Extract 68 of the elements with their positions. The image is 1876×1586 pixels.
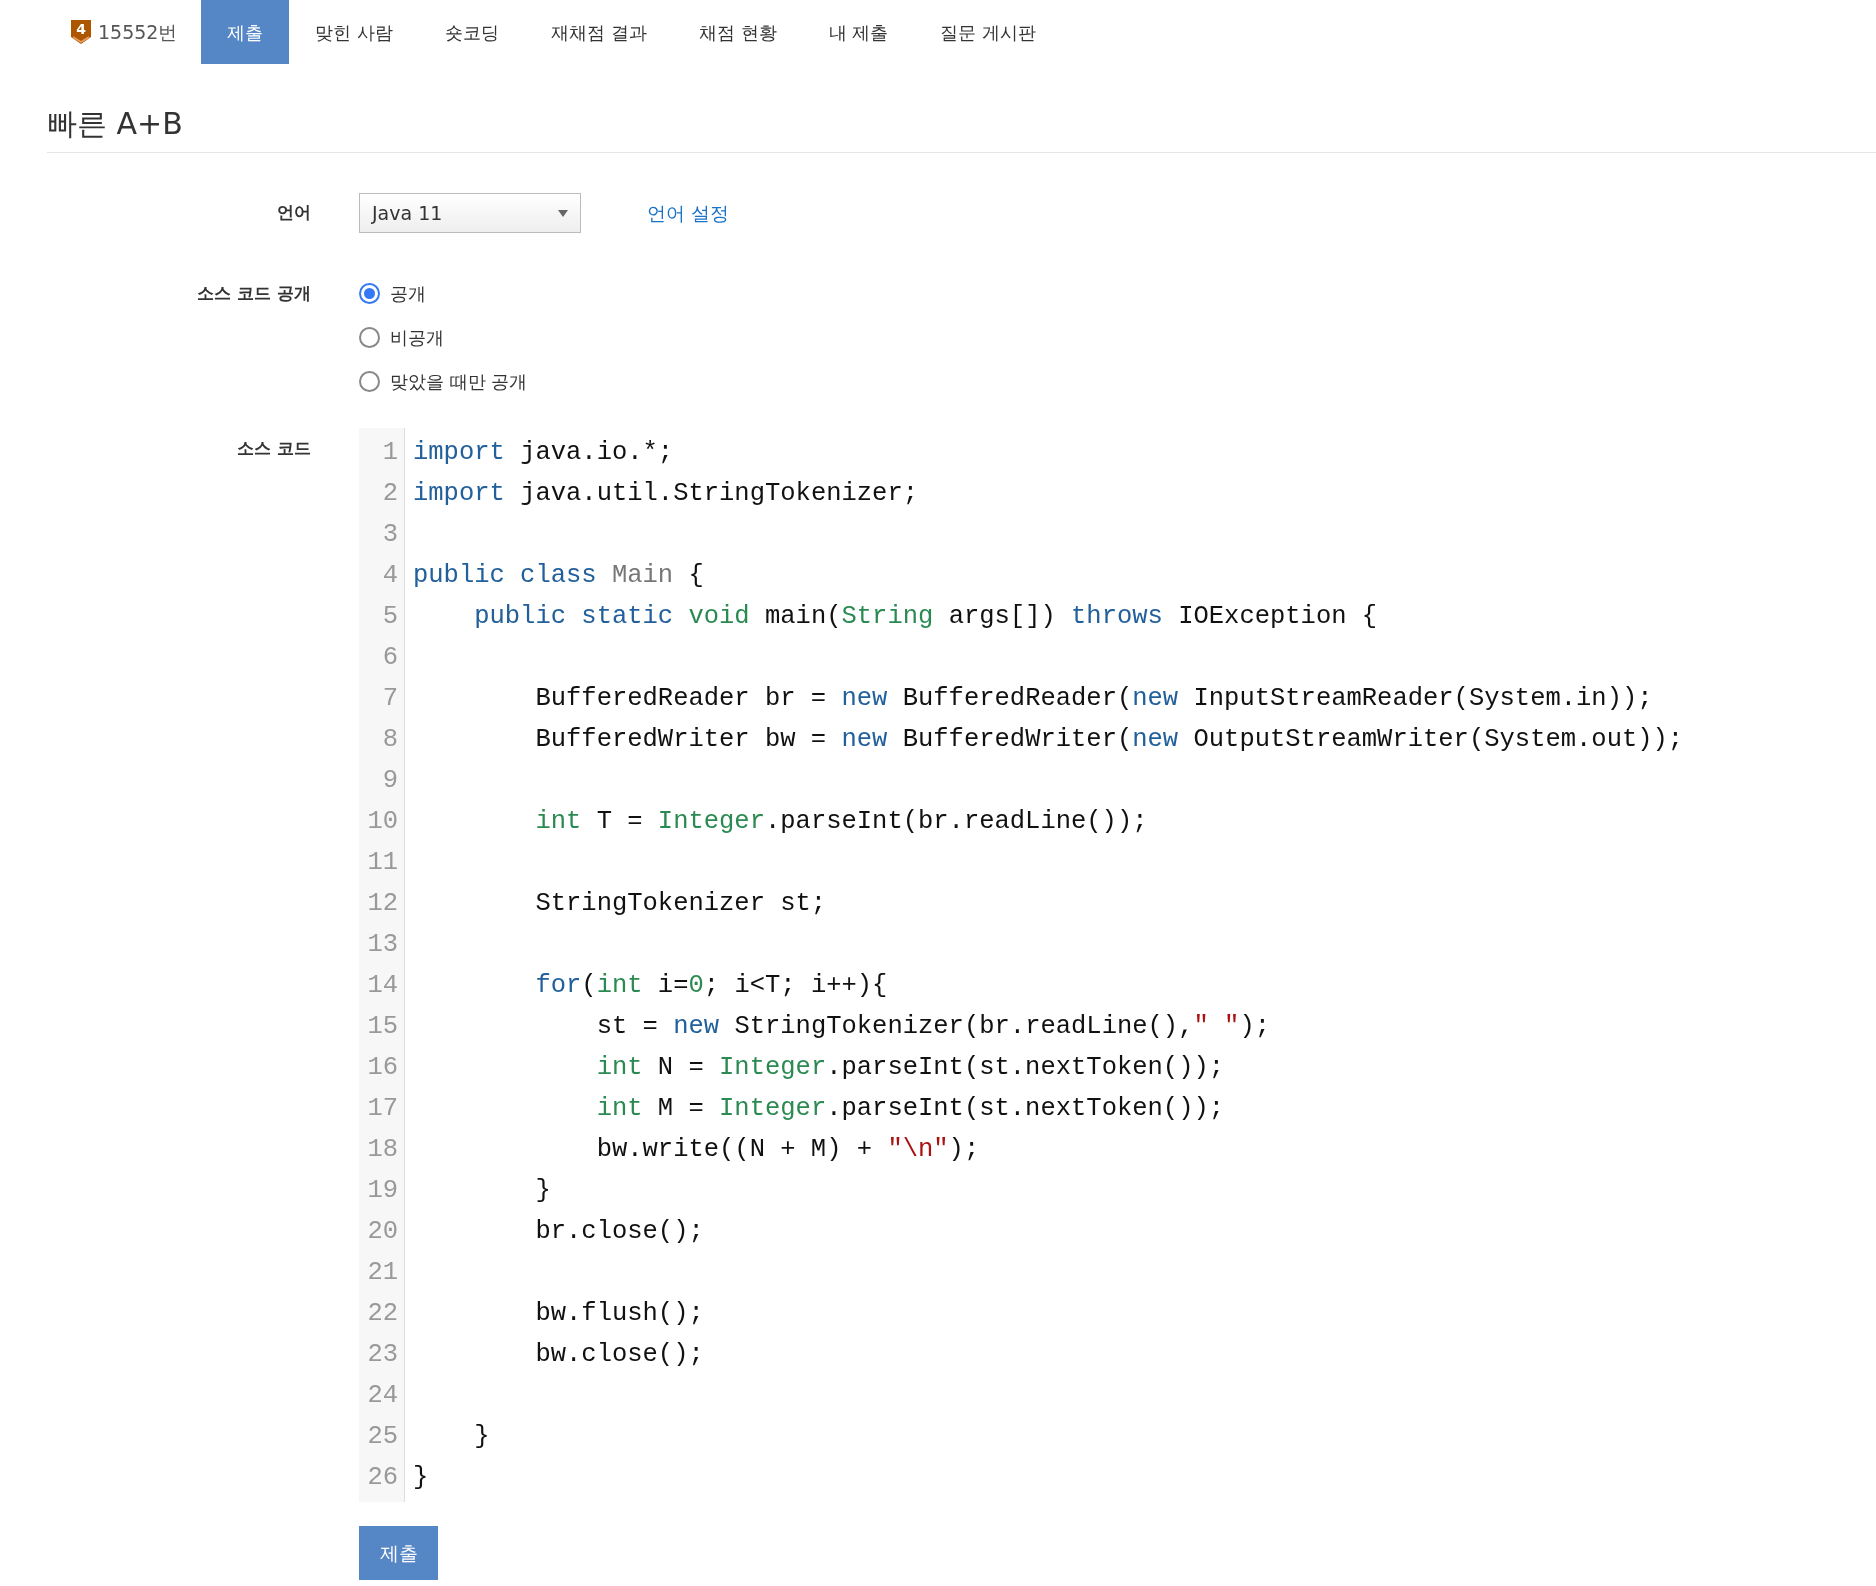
code-line: int N = Integer.parseInt(st.nextToken()); — [595, 1052, 1226, 1084]
problem-title: 빠른 A+B — [47, 106, 1876, 153]
code-line: int M = Integer.parseInt(st.nextToken()); — [595, 1093, 1226, 1125]
line-number: 14 — [367, 970, 398, 1002]
code-line: bw.close(); — [534, 1339, 705, 1371]
field-label: 소스 코드 — [236, 437, 311, 460]
radio-label: 공개 — [390, 281, 426, 306]
radio-button[interactable] — [359, 370, 380, 392]
tier-badge-icon: 4 — [70, 19, 92, 45]
code-line: public class Main { — [413, 560, 705, 592]
line-number: 23 — [367, 1339, 398, 1371]
code-line: } — [534, 1175, 552, 1207]
language-settings-link[interactable]: 언어 설정 — [647, 198, 730, 228]
nav-tab[interactable]: 숏코딩 — [419, 0, 526, 64]
radio-button[interactable] — [359, 326, 380, 348]
language-select[interactable]: Java 11 — [359, 193, 581, 233]
line-number: 16 — [367, 1052, 398, 1084]
code-line: } — [473, 1421, 491, 1453]
code-line: st = new StringTokenizer(br.readLine()," "); — [595, 1011, 1271, 1043]
line-number: 3 — [381, 519, 398, 551]
nav-tab[interactable]: 재채점 결과 — [525, 0, 673, 64]
code-line: int T = Integer.parseInt(br.readLine()); — [534, 806, 1149, 838]
line-number: 7 — [381, 683, 398, 715]
code-line: } — [413, 1462, 430, 1494]
line-number: 24 — [367, 1380, 398, 1412]
line-number: 11 — [367, 847, 398, 879]
line-number: 17 — [367, 1093, 398, 1125]
code-line: import java.io.*; — [413, 437, 675, 469]
line-number: 26 — [367, 1462, 398, 1494]
code-line: br.close(); — [534, 1216, 705, 1248]
caret-icon — [558, 209, 568, 217]
line-number: 20 — [367, 1216, 398, 1248]
line-number: 6 — [381, 642, 398, 674]
field-label: 언어 — [276, 201, 311, 225]
radio-label: 맞았을 때만 공개 — [390, 369, 528, 394]
radio-label: 비공개 — [390, 325, 444, 350]
line-number: 13 — [367, 929, 398, 961]
line-number: 5 — [381, 601, 398, 633]
field-label: 소스 코드 공개 — [196, 282, 311, 305]
code-line: bw.flush(); — [534, 1298, 705, 1330]
line-number: 25 — [367, 1421, 398, 1453]
code-line: BufferedWriter bw = new BufferedWriter(new OutputStreamWriter(System.out)); — [534, 724, 1684, 756]
line-number: 9 — [381, 765, 398, 797]
code-line: import java.util.StringTokenizer; — [413, 478, 919, 510]
nav-tab[interactable]: 채점 현황 — [672, 0, 803, 64]
code-line: BufferedReader br = new BufferedReader(new InputStreamReader(System.in)); — [534, 683, 1654, 715]
code-line: bw.write((N + M) + "\n"); — [595, 1134, 981, 1166]
line-number: 21 — [367, 1257, 398, 1289]
line-number: 18 — [367, 1134, 398, 1166]
nav-tab[interactable]: 내 제출 — [802, 0, 915, 64]
line-number: 15 — [367, 1011, 398, 1043]
code-line: StringTokenizer st; — [534, 888, 828, 920]
radio-button[interactable] — [359, 282, 380, 304]
line-number: 2 — [381, 478, 398, 510]
line-number: 8 — [381, 724, 398, 756]
line-number: 12 — [367, 888, 398, 920]
line-number: 22 — [367, 1298, 398, 1330]
code-line: for(int i=0; i<T; i++){ — [534, 970, 889, 1002]
line-number: 1 — [381, 437, 398, 469]
submit-button[interactable]: 제출 — [359, 1526, 438, 1580]
line-number: 10 — [367, 806, 398, 838]
nav-tab[interactable]: 질문 게시판 — [914, 0, 1063, 64]
code-line: public static void main(String args[]) throws IOException { — [473, 601, 1379, 633]
nav-tab[interactable]: 맞힌 사람 — [289, 0, 420, 64]
problem-number: 15552번 — [98, 19, 178, 45]
line-number: 4 — [381, 560, 398, 592]
line-number: 19 — [367, 1175, 398, 1207]
nav-tab[interactable]: 제출 — [201, 0, 290, 64]
